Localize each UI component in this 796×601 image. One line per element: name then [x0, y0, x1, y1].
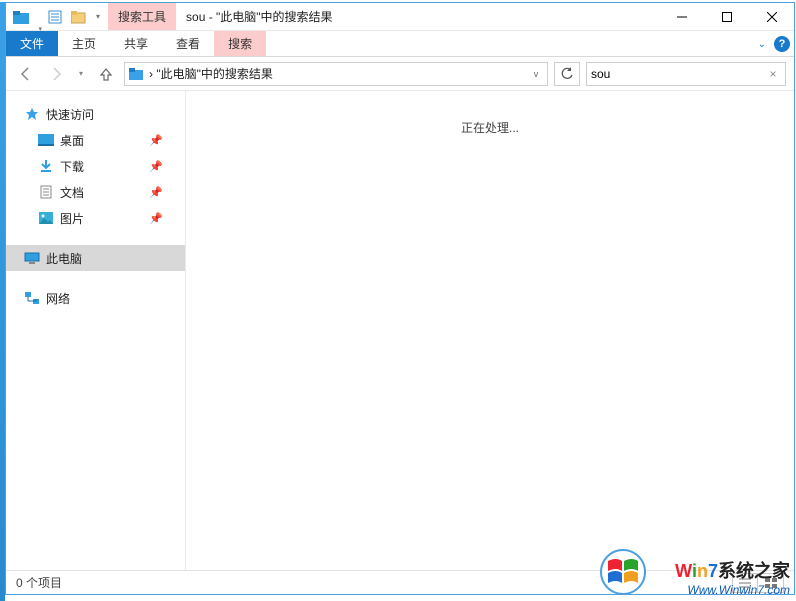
maximize-button[interactable]	[704, 3, 749, 31]
sidebar-network[interactable]: 网络	[6, 285, 185, 311]
contextual-tab-header: 搜索工具	[108, 3, 176, 30]
back-button[interactable]	[14, 62, 38, 86]
tab-home[interactable]: 主页	[58, 31, 110, 56]
window-title: sou - "此电脑"中的搜索结果	[176, 3, 659, 30]
tab-file[interactable]: 文件	[6, 31, 58, 56]
address-history-icon[interactable]: v	[527, 69, 545, 79]
watermark-logo	[600, 549, 646, 595]
view-details-button[interactable]	[732, 573, 758, 593]
download-icon	[38, 158, 54, 174]
item-count: 0 个项目	[16, 574, 62, 591]
sidebar-this-pc[interactable]: 此电脑	[6, 245, 185, 271]
sidebar-item-pictures[interactable]: 图片 📌	[20, 205, 185, 231]
pin-icon: 📌	[149, 134, 163, 147]
explorer-window: ▾ 搜索工具 sou - "此电脑"中的搜索结果 文件 主页 共享 查看 搜索 …	[5, 2, 795, 595]
forward-button[interactable]	[44, 62, 68, 86]
help-icon[interactable]: ?	[774, 36, 790, 52]
sidebar-label: 快速访问	[46, 106, 94, 123]
tab-view[interactable]: 查看	[162, 31, 214, 56]
sidebar-item-label: 下载	[60, 158, 84, 175]
sidebar-item-label: 图片	[60, 210, 84, 227]
minimize-button[interactable]	[659, 3, 704, 31]
folder-icon[interactable]	[10, 6, 32, 28]
sidebar-item-label: 网络	[46, 290, 70, 307]
tab-search[interactable]: 搜索	[214, 31, 266, 56]
desktop-icon	[38, 132, 54, 148]
new-folder-icon[interactable]	[68, 6, 90, 28]
qat-customize-icon[interactable]: ▾	[92, 6, 104, 28]
this-pc-icon	[24, 250, 40, 266]
sidebar-item-downloads[interactable]: 下载 📌	[20, 153, 185, 179]
pin-icon: 📌	[149, 212, 163, 225]
address-path[interactable]: › "此电脑"中的搜索结果	[149, 65, 523, 82]
up-button[interactable]	[94, 62, 118, 86]
search-input[interactable]	[591, 67, 765, 81]
sidebar-item-label: 文档	[60, 184, 84, 201]
location-icon	[127, 65, 145, 83]
status-bar: 0 个项目	[6, 570, 794, 594]
titlebar: ▾ 搜索工具 sou - "此电脑"中的搜索结果	[6, 3, 794, 31]
sidebar-quick-access[interactable]: 快速访问	[6, 101, 185, 127]
sidebar-item-label: 桌面	[60, 132, 84, 149]
document-icon	[38, 184, 54, 200]
pin-icon: 📌	[149, 160, 163, 173]
quick-access-toolbar: ▾	[6, 3, 108, 30]
view-icons-button[interactable]	[758, 573, 784, 593]
processing-text: 正在处理...	[186, 119, 794, 136]
properties-icon[interactable]	[44, 6, 66, 28]
content-pane: 正在处理...	[186, 91, 794, 570]
tab-share[interactable]: 共享	[110, 31, 162, 56]
sidebar-item-desktop[interactable]: 桌面 📌	[20, 127, 185, 153]
clear-search-icon[interactable]: ×	[765, 67, 781, 81]
network-icon	[24, 290, 40, 306]
address-bar[interactable]: › "此电脑"中的搜索结果 v	[124, 62, 548, 86]
navigation-bar: ▾ › "此电脑"中的搜索结果 v ×	[6, 57, 794, 91]
pin-icon: 📌	[149, 186, 163, 199]
recent-locations-icon[interactable]: ▾	[74, 62, 88, 86]
sidebar-item-documents[interactable]: 文档 📌	[20, 179, 185, 205]
sidebar-item-label: 此电脑	[46, 250, 82, 267]
pictures-icon	[38, 210, 54, 226]
close-button[interactable]	[749, 3, 794, 31]
navigation-pane: 快速访问 桌面 📌 下载 📌 文档	[6, 91, 186, 570]
ribbon-expand-icon[interactable]: ⌄	[758, 39, 766, 50]
refresh-button[interactable]	[554, 62, 580, 86]
search-box[interactable]: ×	[586, 62, 786, 86]
quick-access-icon	[24, 106, 40, 122]
ribbon-tabs: 文件 主页 共享 查看 搜索 ⌄ ?	[6, 31, 794, 57]
